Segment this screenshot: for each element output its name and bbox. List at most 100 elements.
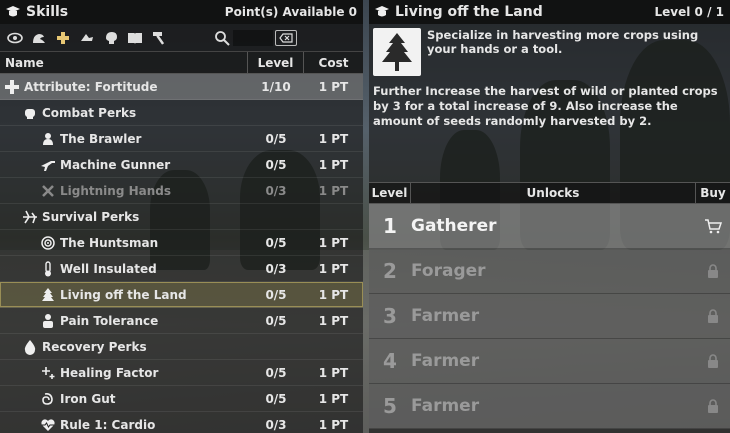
perk-short-description: Specialize in harvesting more crops usin… — [427, 28, 699, 56]
column-level: Level — [369, 183, 411, 203]
row-cost: 1 PT — [318, 79, 349, 94]
skills-toolbar — [0, 24, 363, 52]
row-cost: 1 PT — [318, 313, 349, 328]
row-label: Well Insulated — [60, 261, 157, 276]
perk-row[interactable]: The Huntsman 0/5 1 PT — [0, 230, 363, 256]
row-cost: 1 PT — [318, 391, 349, 406]
column-buy: Buy — [700, 186, 726, 200]
row-level: 0/5 — [265, 157, 287, 172]
unlock-level: 2 — [383, 259, 397, 283]
perk-row[interactable]: Healing Factor 0/5 1 PT — [0, 360, 363, 386]
skills-titlebar: Skills Point(s) Available 0 — [0, 0, 363, 24]
target-icon — [39, 234, 57, 252]
intellect-icon[interactable] — [99, 27, 123, 49]
clear-search-button[interactable] — [275, 29, 297, 46]
gun-icon — [39, 156, 57, 174]
unlock-row[interactable]: 2 Forager — [369, 249, 730, 294]
perk-group-row[interactable]: Survival Perks — [0, 204, 363, 230]
skills-icon — [373, 3, 391, 21]
perk-row-selected[interactable]: Living off the Land 0/5 1 PT — [0, 282, 363, 308]
perk-group-row[interactable]: Recovery Perks — [0, 334, 363, 360]
row-label: Combat Perks — [42, 105, 137, 120]
row-label: Recovery Perks — [42, 339, 147, 354]
search-icon[interactable] — [211, 27, 233, 49]
perk-description-header: Specialize in harvesting more crops usin… — [369, 24, 730, 82]
row-label: Iron Gut — [60, 391, 116, 406]
search-input[interactable] — [233, 29, 273, 46]
row-label: Living off the Land — [60, 287, 187, 302]
row-cost: 1 PT — [318, 157, 349, 172]
row-cost: 1 PT — [318, 261, 349, 276]
unlock-name: Forager — [411, 261, 486, 281]
cross-icon — [3, 78, 21, 96]
column-unlocks: Unlocks — [411, 183, 696, 203]
row-level: 0/3 — [265, 183, 287, 198]
detail-titlebar: Living off the Land Level 0 / 1 — [369, 0, 730, 24]
eye-icon[interactable] — [3, 27, 27, 49]
skills-icon — [4, 3, 22, 21]
row-cost: 1 PT — [318, 417, 349, 432]
unlock-row[interactable]: 3 Farmer — [369, 294, 730, 339]
attribute-row[interactable]: Attribute: Fortitude 1/10 1 PT — [0, 74, 363, 100]
brawler-icon — [39, 130, 57, 148]
lock-icon — [696, 353, 730, 369]
perk-row[interactable]: Iron Gut 0/5 1 PT — [0, 386, 363, 412]
skills-header-row: Name Level Cost — [0, 52, 363, 74]
unlock-level: 1 — [383, 214, 397, 238]
perk-row[interactable]: Machine Gunner 0/5 1 PT — [0, 152, 363, 178]
row-level: 0/5 — [265, 313, 287, 328]
survival-icon — [21, 208, 39, 226]
crossed-fists-icon — [39, 182, 57, 200]
row-level: 0/3 — [265, 417, 287, 432]
row-label: The Huntsman — [60, 235, 159, 250]
fortitude-icon[interactable] — [51, 27, 75, 49]
unlocks-header-row: Level Unlocks Buy — [369, 182, 730, 204]
row-cost: 1 PT — [318, 131, 349, 146]
unlock-name: Farmer — [411, 351, 480, 371]
book-icon[interactable] — [123, 27, 147, 49]
row-level: 0/5 — [265, 131, 287, 146]
unlock-name: Farmer — [411, 306, 480, 326]
perk-group-row[interactable]: Combat Perks — [0, 100, 363, 126]
row-label: Attribute: Fortitude — [24, 79, 158, 94]
strength-icon[interactable] — [27, 27, 51, 49]
drop-icon — [21, 338, 39, 356]
unlock-level: 4 — [383, 349, 397, 373]
skills-panel: Skills Point(s) Available 0 Name Level C… — [0, 0, 363, 433]
perk-row[interactable]: Lightning Hands 0/3 1 PT — [0, 178, 363, 204]
unlock-level: 5 — [383, 394, 397, 418]
row-label: The Brawler — [60, 131, 142, 146]
perk-row[interactable]: Rule 1: Cardio 0/3 1 PT — [0, 412, 363, 433]
skills-list: Attribute: Fortitude 1/10 1 PT Combat Pe… — [0, 74, 363, 433]
column-level[interactable]: Level — [248, 52, 304, 73]
row-cost: 1 PT — [318, 287, 349, 302]
row-label: Lightning Hands — [60, 183, 172, 198]
row-label: Pain Tolerance — [60, 313, 159, 328]
row-label: Survival Perks — [42, 209, 140, 224]
lock-icon — [696, 398, 730, 414]
row-level: 0/3 — [265, 261, 287, 276]
row-level: 0/5 — [265, 235, 287, 250]
row-cost: 1 PT — [318, 183, 349, 198]
unlock-row[interactable]: 1 Gatherer — [369, 204, 730, 249]
unlock-row[interactable]: 5 Farmer — [369, 384, 730, 429]
lock-icon — [696, 308, 730, 324]
perk-title: Living off the Land — [395, 4, 543, 20]
skills-title: Skills — [26, 4, 69, 20]
perk-detail-panel: Living off the Land Level 0 / 1 Speciali… — [369, 0, 730, 433]
agility-icon[interactable] — [75, 27, 99, 49]
perk-row[interactable]: Pain Tolerance 0/5 1 PT — [0, 308, 363, 334]
hammer-icon[interactable] — [147, 27, 171, 49]
perk-row[interactable]: Well Insulated 0/3 1 PT — [0, 256, 363, 282]
points-available: Point(s) Available 0 — [224, 5, 357, 19]
column-name[interactable]: Name — [0, 52, 248, 73]
perk-row[interactable]: The Brawler 0/5 1 PT — [0, 126, 363, 152]
unlock-name: Gatherer — [411, 216, 497, 236]
bandage-icon — [39, 312, 57, 330]
column-cost[interactable]: Cost — [304, 56, 363, 70]
heart-icon — [39, 416, 57, 433]
unlock-row[interactable]: 4 Farmer — [369, 339, 730, 384]
fist-icon — [21, 104, 39, 122]
row-cost: 1 PT — [318, 365, 349, 380]
cart-icon[interactable] — [696, 218, 730, 234]
